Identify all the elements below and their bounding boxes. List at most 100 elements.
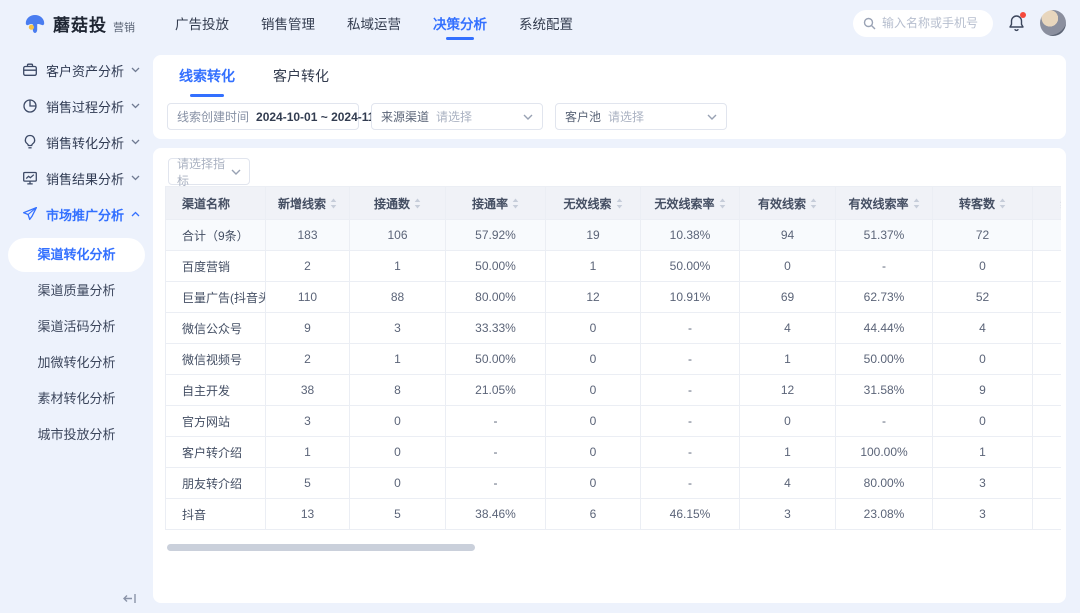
sort-icon[interactable]	[810, 198, 817, 209]
column-header-3[interactable]: 接通数	[350, 187, 446, 220]
sort-icon[interactable]	[913, 198, 920, 209]
lightbulb-icon	[22, 134, 38, 150]
sidebar-subitem-1[interactable]: 渠道转化分析	[8, 238, 145, 272]
value-cell: 0	[546, 313, 641, 344]
sidebar: 客户资产分析销售过程分析销售转化分析销售结果分析市场推广分析渠道转化分析渠道质量…	[0, 52, 153, 613]
chevron-down-icon	[699, 114, 717, 120]
sort-icon[interactable]	[999, 198, 1006, 209]
horizontal-scrollbar-thumb[interactable]	[167, 544, 475, 551]
value-cell: 50.00%	[446, 251, 546, 282]
nav-item-1[interactable]: 广告投放	[159, 0, 245, 46]
sort-icon[interactable]	[719, 198, 726, 209]
table-card: 请选择指标 渠道名称新增线索接通数接通率无效线索无效线索率有效线索有效线索率转客…	[153, 148, 1066, 603]
value-cell: 1	[546, 251, 641, 282]
topbar-right	[853, 10, 1066, 37]
value-cell: 0	[350, 437, 446, 468]
value-cell: 57.92%	[446, 220, 546, 251]
table-row: 客户转介绍10-0-1100.00%1	[166, 437, 1062, 468]
tab-bar: 线索转化客户转化	[153, 55, 1066, 97]
column-header-9[interactable]: 转客数	[933, 187, 1033, 220]
pool-filter-placeholder: 请选择	[608, 108, 644, 125]
notification-bell[interactable]	[1008, 14, 1025, 32]
column-label: 接通数	[374, 195, 410, 212]
channel-name-cell: 微信视频号	[166, 344, 266, 375]
column-header-4[interactable]: 接通率	[446, 187, 546, 220]
value-cell: 3	[933, 468, 1033, 499]
sidebar-subitem-3[interactable]: 渠道活码分析	[8, 310, 145, 344]
sidebar-item-4[interactable]: 销售结果分析	[0, 160, 153, 196]
sidebar-subitem-5[interactable]: 素材转化分析	[8, 382, 145, 416]
column-header-2[interactable]: 新增线索	[266, 187, 350, 220]
value-cell: 9	[933, 375, 1033, 406]
value-cell: -	[641, 437, 740, 468]
tab-1[interactable]: 线索转化	[179, 55, 235, 97]
value-cell: 4	[740, 313, 836, 344]
sidebar-item-3[interactable]: 销售转化分析	[0, 124, 153, 160]
sidebar-item-1[interactable]: 客户资产分析	[0, 52, 153, 88]
value-cell: 1	[266, 437, 350, 468]
brand-name: 蘑菇投	[53, 11, 107, 36]
value-cell: 0	[350, 468, 446, 499]
column-header-10: 线索	[1033, 187, 1062, 220]
table-row: 微信公众号9333.33%0-444.44%4	[166, 313, 1062, 344]
sort-icon[interactable]	[414, 198, 421, 209]
channel-table-wrap: 渠道名称新增线索接通数接通率无效线索无效线索率有效线索有效线索率转客数线索合计（…	[165, 186, 1061, 530]
value-cell: 46.15%	[641, 499, 740, 530]
tab-2[interactable]: 客户转化	[273, 55, 329, 97]
pie-chart-icon	[22, 98, 38, 114]
nav-item-5[interactable]: 系统配置	[503, 0, 589, 46]
column-label: 有效线索	[758, 195, 806, 212]
value-cell: 50.00%	[446, 344, 546, 375]
value-cell: 50.00%	[641, 251, 740, 282]
table-row: 抖音13538.46%646.15%323.08%3	[166, 499, 1062, 530]
notification-dot	[1020, 12, 1026, 18]
value-cell: -	[446, 406, 546, 437]
value-cell: 88	[350, 282, 446, 313]
search-input[interactable]	[882, 16, 987, 30]
customer-pool-filter[interactable]: 客户池 请选择	[555, 103, 727, 130]
value-cell: -	[836, 406, 933, 437]
sidebar-item-2[interactable]: 销售过程分析	[0, 88, 153, 124]
global-search[interactable]	[853, 10, 993, 37]
channel-name-cell: 官方网站	[166, 406, 266, 437]
sidebar-collapse-button[interactable]	[122, 592, 138, 605]
value-cell: 21.05%	[446, 375, 546, 406]
value-cell: 2	[266, 251, 350, 282]
paper-plane-icon	[22, 206, 38, 222]
user-avatar[interactable]	[1040, 10, 1066, 36]
value-cell	[1033, 344, 1062, 375]
table-row: 巨量广告(抖音头条)1108880.00%1210.91%6962.73%52	[166, 282, 1062, 313]
sidebar-subitem-4[interactable]: 加微转化分析	[8, 346, 145, 380]
value-cell: 38	[266, 375, 350, 406]
date-range-filter[interactable]: 线索创建时间 2024-10-01 ~ 2024-11-08	[167, 103, 359, 130]
nav-item-2[interactable]: 销售管理	[245, 0, 331, 46]
value-cell	[1033, 220, 1062, 251]
app-window: 蘑菇投 营销 广告投放销售管理私域运营决策分析系统配置 客户资产分析销售过程分析…	[0, 0, 1080, 613]
table-row: 微信视频号2150.00%0-150.00%0	[166, 344, 1062, 375]
monitor-icon	[22, 170, 38, 186]
source-channel-filter[interactable]: 来源渠道 请选择	[371, 103, 543, 130]
value-cell: 0	[546, 406, 641, 437]
sidebar-item-label: 客户资产分析	[46, 61, 124, 80]
value-cell: 72	[933, 220, 1033, 251]
value-cell: 44.44%	[836, 313, 933, 344]
nav-item-3[interactable]: 私域运营	[331, 0, 417, 46]
column-header-7[interactable]: 有效线索	[740, 187, 836, 220]
nav-item-4[interactable]: 决策分析	[417, 0, 503, 46]
sidebar-item-5[interactable]: 市场推广分析	[0, 196, 153, 232]
sidebar-subitem-2[interactable]: 渠道质量分析	[8, 274, 145, 308]
column-header-8[interactable]: 有效线索率	[836, 187, 933, 220]
channel-name-cell: 抖音	[166, 499, 266, 530]
sidebar-subitem-6[interactable]: 城市投放分析	[8, 418, 145, 452]
sort-icon[interactable]	[616, 198, 623, 209]
column-header-6[interactable]: 无效线索率	[641, 187, 740, 220]
sort-icon[interactable]	[330, 198, 337, 209]
value-cell	[1033, 437, 1062, 468]
value-cell	[1033, 468, 1062, 499]
metric-select[interactable]: 请选择指标	[168, 158, 250, 185]
value-cell: 94	[740, 220, 836, 251]
value-cell: 10.91%	[641, 282, 740, 313]
column-header-5[interactable]: 无效线索	[546, 187, 641, 220]
sidebar-submenu: 渠道转化分析渠道质量分析渠道活码分析加微转化分析素材转化分析城市投放分析	[0, 232, 153, 458]
sort-icon[interactable]	[512, 198, 519, 209]
